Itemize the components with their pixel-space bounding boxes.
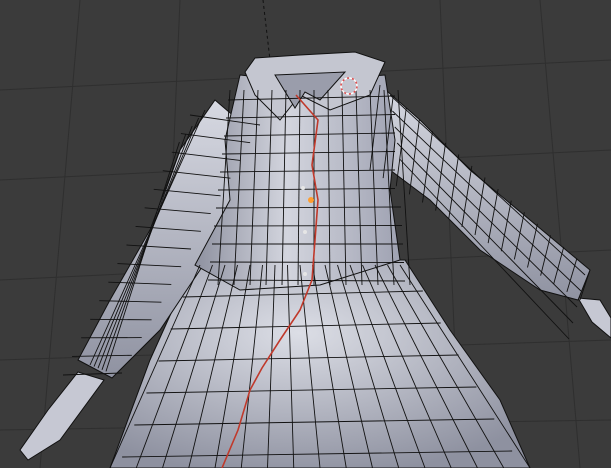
button-vertex[interactable] <box>303 272 307 276</box>
selected-vertex[interactable] <box>308 197 314 203</box>
left-hand <box>19 371 105 461</box>
button-vertex[interactable] <box>303 230 307 234</box>
button-vertex[interactable] <box>301 186 305 190</box>
object-origin-line <box>262 0 271 61</box>
3d-viewport[interactable] <box>0 0 611 468</box>
right-hand <box>577 297 611 339</box>
